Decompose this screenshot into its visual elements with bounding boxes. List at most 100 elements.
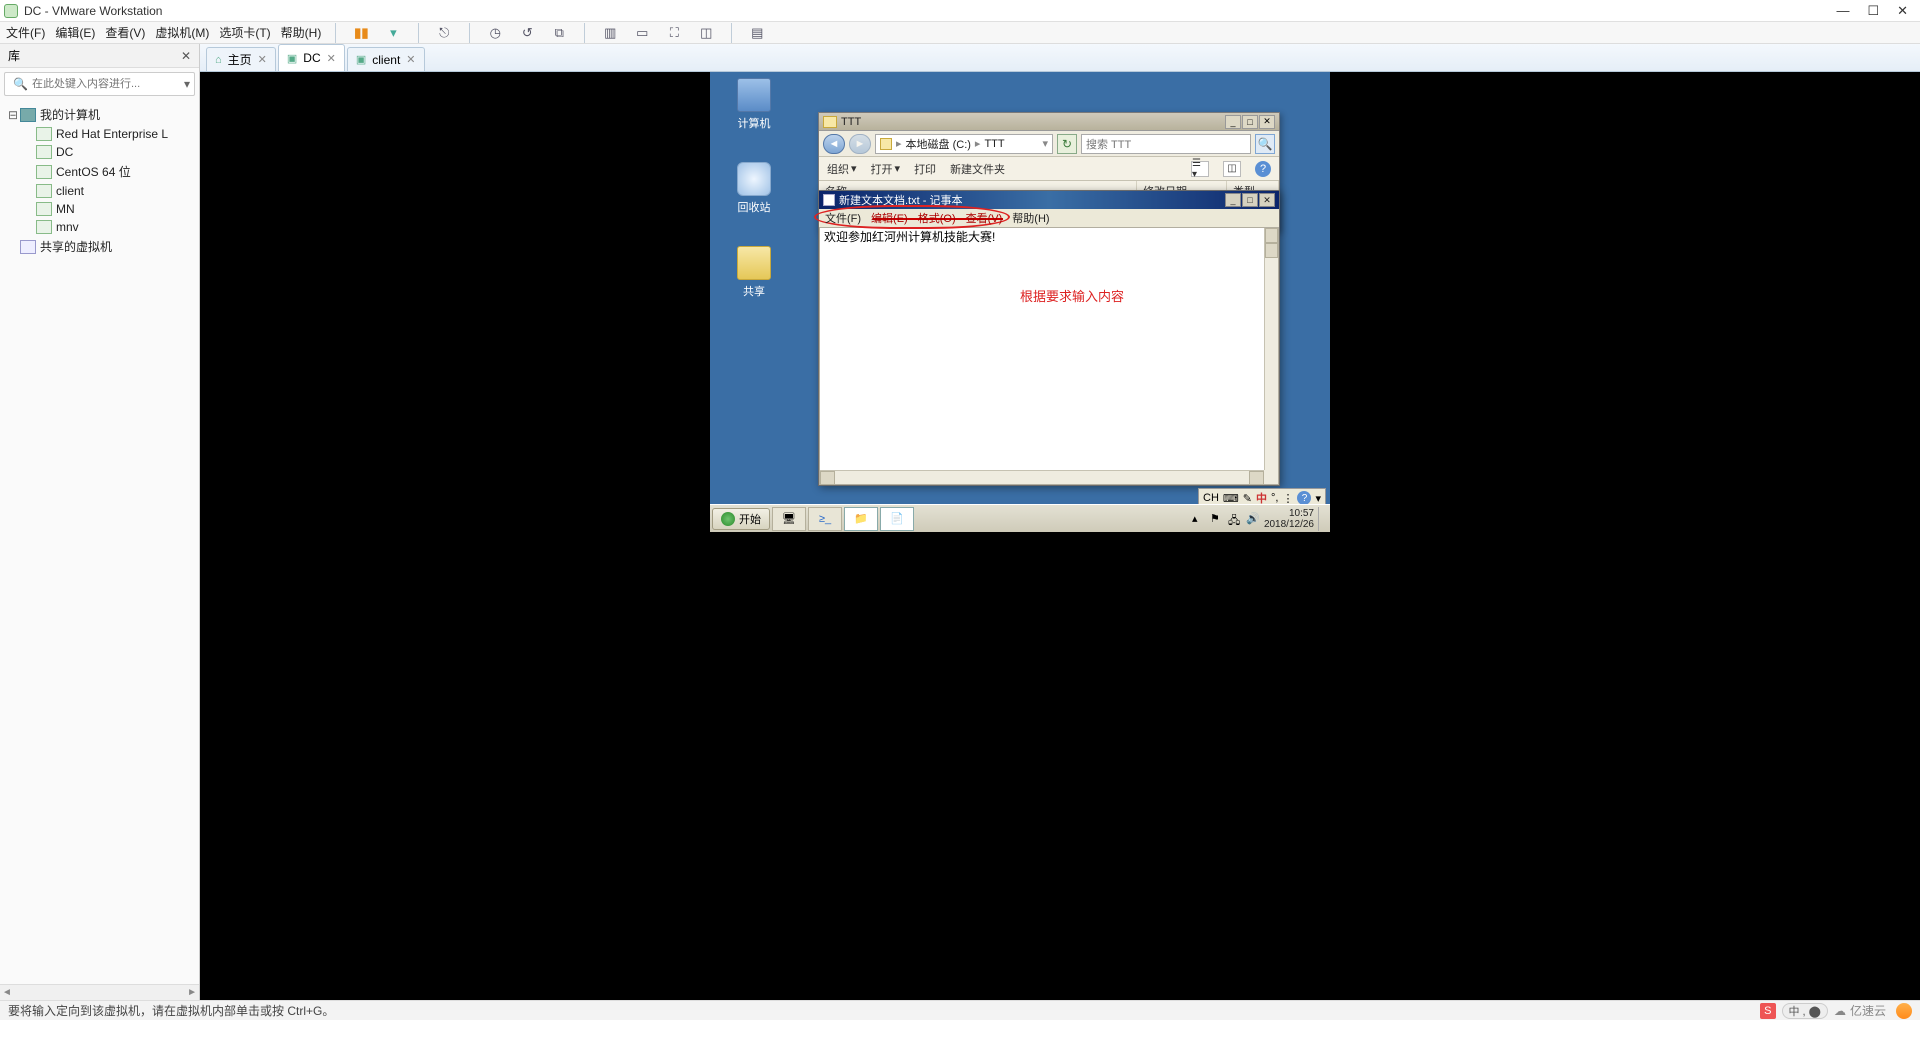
preview-pane-icon[interactable]: ◫ xyxy=(1223,161,1241,177)
tree-vm-mnv[interactable]: mnv xyxy=(2,218,197,236)
tab-dc[interactable]: ▣ DC ✕ xyxy=(278,44,345,71)
tab-home[interactable]: ⌂ 主页 ✕ xyxy=(206,47,276,71)
fullscreen-icon[interactable]: ⛶ xyxy=(663,22,685,44)
tray-clock[interactable]: 10:57 2018/12/26 xyxy=(1264,508,1314,530)
tab-close-icon[interactable]: ✕ xyxy=(258,53,267,66)
menu-help[interactable]: 帮助(H) xyxy=(281,24,322,41)
notepad-close-button[interactable]: ✕ xyxy=(1259,193,1275,207)
separator xyxy=(418,23,419,43)
ime-punct-icon[interactable]: °, xyxy=(1271,492,1278,504)
print-button[interactable]: 打印 xyxy=(914,161,936,177)
refresh-button[interactable]: ↻ xyxy=(1057,134,1077,154)
notepad-menu-format[interactable]: 格式(O) xyxy=(918,210,956,226)
taskbar-server-manager[interactable]: 🖥 xyxy=(772,507,806,531)
close-button[interactable]: ✕ xyxy=(1897,3,1908,19)
notepad-menu-edit[interactable]: 编辑(E) xyxy=(871,210,908,226)
guest-desktop[interactable]: 计算机 回收站 共享 TTT _ xyxy=(710,72,1330,532)
tray-volume-icon[interactable]: 🔊 xyxy=(1246,512,1260,526)
minimize-button[interactable]: — xyxy=(1836,3,1849,19)
address-bar[interactable]: ▸ 本地磁盘 (C:) ▸ TTT ▾ xyxy=(875,134,1053,154)
tree-vm-redhat[interactable]: Red Hat Enterprise L xyxy=(2,125,197,143)
library-search-input[interactable] xyxy=(32,78,180,90)
desktop-icon-recycle[interactable]: 回收站 xyxy=(724,162,784,215)
manage-snapshots-icon[interactable]: ⧉ xyxy=(548,22,570,44)
tree-vm-centos[interactable]: CentOS 64 位 xyxy=(2,161,197,182)
library-search[interactable]: 🔍 ▾ xyxy=(4,72,195,96)
path-segment[interactable]: TTT xyxy=(984,138,1004,150)
forward-button[interactable]: ► xyxy=(849,134,871,154)
explorer-close-button[interactable]: ✕ xyxy=(1259,115,1275,129)
notepad-window[interactable]: 新建文本文档.txt - 记事本 _ □ ✕ 文件(F) 编辑(E) 格式(O)… xyxy=(818,190,1280,486)
taskbar-explorer[interactable]: 📁 xyxy=(844,507,878,531)
thumbnail-icon[interactable]: ▥ xyxy=(599,22,621,44)
view-options-icon[interactable]: ☰ ▾ xyxy=(1191,161,1209,177)
notepad-menu-help[interactable]: 帮助(H) xyxy=(1012,210,1049,226)
tree-root-my-computer[interactable]: ⊟ 我的计算机 xyxy=(2,104,197,125)
explorer-minimize-button[interactable]: _ xyxy=(1225,115,1241,129)
tree-vm-dc[interactable]: DC xyxy=(2,143,197,161)
lang-indicator[interactable]: CH xyxy=(1203,492,1219,504)
ime-options-icon[interactable]: ⋮ xyxy=(1282,492,1293,505)
menu-vm[interactable]: 虚拟机(M) xyxy=(155,24,209,41)
ime-tool-icon[interactable]: ✎ xyxy=(1243,492,1252,505)
tree-vm-client[interactable]: client xyxy=(2,182,197,200)
tray-network-icon[interactable]: 🖧 xyxy=(1228,512,1242,526)
menu-view[interactable]: 查看(V) xyxy=(105,24,145,41)
tree-vm-mn[interactable]: MN xyxy=(2,200,197,218)
explorer-titlebar[interactable]: TTT _ □ ✕ xyxy=(819,113,1279,131)
send-ctrlaltdel-icon[interactable]: ⎋ xyxy=(433,22,455,44)
organize-menu[interactable]: 组织 ▾ xyxy=(827,161,857,177)
menu-edit[interactable]: 编辑(E) xyxy=(55,24,95,41)
sidebar-hscroll[interactable]: ◄► xyxy=(0,984,199,1000)
explorer-navbar: ◄ ► ▸ 本地磁盘 (C:) ▸ TTT ▾ ↻ 搜索 TTT xyxy=(819,131,1279,157)
maximize-button[interactable]: ☐ xyxy=(1867,3,1879,19)
tray-flag-icon[interactable]: ⚑ xyxy=(1210,512,1224,526)
back-button[interactable]: ◄ xyxy=(823,134,845,154)
console-icon[interactable]: ▭ xyxy=(631,22,653,44)
ime-pad-icon[interactable]: ⌨ xyxy=(1223,492,1239,505)
host-ime-badge[interactable]: S xyxy=(1760,1003,1775,1019)
tree-shared-vms[interactable]: 共享的虚拟机 xyxy=(2,236,197,257)
open-menu[interactable]: 打开 ▾ xyxy=(871,161,901,177)
vm-console[interactable]: 计算机 回收站 共享 TTT _ xyxy=(200,72,1920,1000)
tab-close-icon[interactable]: ✕ xyxy=(327,52,336,65)
snapshot-icon[interactable]: ◷ xyxy=(484,22,506,44)
search-dropdown-icon[interactable]: ▾ xyxy=(184,77,190,91)
close-library-icon[interactable]: ✕ xyxy=(181,49,191,63)
notepad-titlebar[interactable]: 新建文本文档.txt - 记事本 _ □ ✕ xyxy=(819,191,1279,209)
tab-close-icon[interactable]: ✕ xyxy=(406,53,415,66)
search-button[interactable]: 🔍 xyxy=(1255,134,1275,154)
play-dropdown-icon[interactable]: ▾ xyxy=(382,22,404,44)
vm-icon xyxy=(36,145,52,159)
taskbar-powershell[interactable]: ≥_ xyxy=(808,507,842,531)
revert-icon[interactable]: ↺ xyxy=(516,22,538,44)
pause-icon[interactable]: ▮▮ xyxy=(350,22,372,44)
ime-help-icon[interactable]: ? xyxy=(1297,491,1311,505)
explorer-search[interactable]: 搜索 TTT xyxy=(1081,134,1251,154)
unity-icon[interactable]: ◫ xyxy=(695,22,717,44)
notepad-menu-file[interactable]: 文件(F) xyxy=(825,210,861,226)
menu-file[interactable]: 文件(F) xyxy=(6,24,45,41)
desktop-icon-computer[interactable]: 计算机 xyxy=(724,78,784,131)
menu-tabs[interactable]: 选项卡(T) xyxy=(219,24,270,41)
tab-client[interactable]: ▣ client ✕ xyxy=(347,47,425,71)
show-desktop-button[interactable] xyxy=(1318,507,1324,531)
notepad-maximize-button[interactable]: □ xyxy=(1242,193,1258,207)
taskbar-notepad[interactable]: 📄 xyxy=(880,507,914,531)
explorer-maximize-button[interactable]: □ xyxy=(1242,115,1258,129)
path-segment[interactable]: 本地磁盘 (C:) xyxy=(906,136,971,152)
notepad-hscrollbar[interactable] xyxy=(820,470,1264,484)
new-folder-button[interactable]: 新建文件夹 xyxy=(950,161,1005,177)
start-button[interactable]: 开始 xyxy=(712,508,770,530)
help-icon[interactable]: ? xyxy=(1255,161,1271,177)
notepad-menu-view[interactable]: 查看(V) xyxy=(966,210,1003,226)
desktop-icon-share[interactable]: 共享 xyxy=(724,246,784,299)
collapse-icon[interactable]: ⊟ xyxy=(8,108,18,122)
notepad-minimize-button[interactable]: _ xyxy=(1225,193,1241,207)
tray-up-icon[interactable]: ▴ xyxy=(1192,512,1206,526)
notepad-vscrollbar[interactable] xyxy=(1264,228,1278,470)
ime-restore-icon[interactable]: ▾ xyxy=(1315,492,1321,505)
library-icon[interactable]: ▤ xyxy=(746,22,768,44)
host-ime-pill[interactable]: 中 , ⬤ xyxy=(1782,1003,1828,1019)
notepad-textarea[interactable]: 欢迎参加红河州计算机技能大赛! xyxy=(822,228,1264,470)
